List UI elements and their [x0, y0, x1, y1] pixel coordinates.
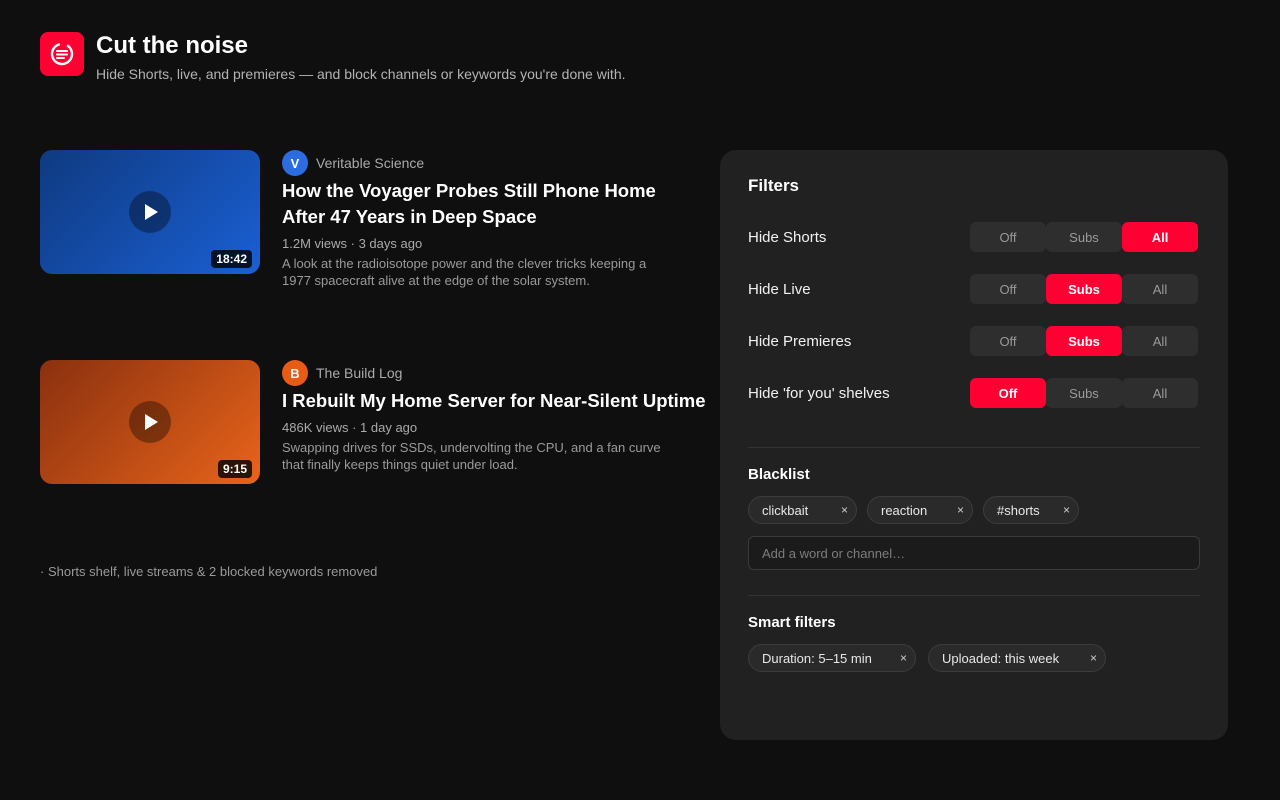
- segmented-control: Off Subs All: [970, 222, 1198, 252]
- chip-label: Duration: 5–15 min: [762, 650, 872, 666]
- option-subs-button[interactable]: Subs: [1046, 378, 1122, 408]
- close-icon[interactable]: ×: [1063, 503, 1070, 517]
- option-subs-button[interactable]: Subs: [1046, 222, 1122, 252]
- page-subtitle: Hide Shorts, live, and premieres — and b…: [96, 66, 626, 82]
- filter-row-shorts: Hide Shorts Off Subs All: [748, 222, 1198, 252]
- smart-filter-chips: Duration: 5–15 min × Uploaded: this week…: [748, 644, 1116, 672]
- video-thumbnail[interactable]: 9:15: [40, 360, 260, 484]
- close-icon[interactable]: ×: [900, 651, 907, 665]
- filter-label: Hide Shorts: [748, 228, 827, 246]
- filter-label: Hide Premieres: [748, 332, 852, 350]
- video-title-line: I Rebuilt My Home Server for Near-Silent…: [282, 390, 706, 411]
- description-line: 1977 spacecraft alive at the edge of the…: [282, 273, 590, 288]
- video-thumbnail[interactable]: 18:42: [40, 150, 260, 274]
- filter-row-for-you: Hide 'for you' shelves Off Subs All: [748, 378, 1198, 408]
- divider: [748, 595, 1200, 596]
- filter-logo-icon: [40, 32, 84, 76]
- video-stats: 486K views · 1 day ago: [282, 420, 418, 435]
- description-line: A look at the radioisotope power and the…: [282, 256, 647, 271]
- blacklist-title: Blacklist: [748, 466, 810, 483]
- blacklist-chip: clickbait ×: [748, 496, 857, 524]
- video-title-line: How the Voyager Probes Still Phone Home: [282, 180, 656, 201]
- channel-name[interactable]: The Build Log: [316, 365, 402, 381]
- option-off-button[interactable]: Off: [970, 326, 1046, 356]
- panel-title: Filters: [748, 176, 800, 195]
- option-off-button[interactable]: Off: [970, 222, 1046, 252]
- filters-panel: Filters Hide Shorts Off Subs All Hide Li…: [720, 150, 1228, 740]
- option-all-button[interactable]: All: [1122, 222, 1198, 252]
- option-subs-button[interactable]: Subs: [1046, 326, 1122, 356]
- video-card[interactable]: 9:15 B The Build Log I Rebuilt My Home S…: [40, 360, 722, 484]
- filter-row-live: Hide Live Off Subs All: [748, 274, 1198, 304]
- option-subs-button[interactable]: Subs: [1046, 274, 1122, 304]
- segmented-control: Off Subs All: [970, 326, 1198, 356]
- option-off-button[interactable]: Off: [970, 274, 1046, 304]
- smart-filter-chip: Uploaded: this week ×: [928, 644, 1106, 672]
- chip-label: clickbait: [762, 502, 809, 518]
- description-line: that finally keeps things quiet under lo…: [282, 457, 518, 472]
- filter-label: Hide Live: [748, 280, 811, 298]
- video-title[interactable]: How the Voyager Probes Still Phone Home …: [282, 178, 722, 230]
- channel-avatar[interactable]: V: [282, 150, 308, 176]
- video-card[interactable]: 18:42 V Veritable Science How the Voyage…: [40, 150, 722, 289]
- segmented-control: Off Subs All: [970, 378, 1198, 408]
- video-title-line: After 47 Years in Deep Space: [282, 206, 537, 227]
- close-icon[interactable]: ×: [841, 503, 848, 517]
- segmented-control: Off Subs All: [970, 274, 1198, 304]
- removed-items-note: · Shorts shelf, live streams & 2 blocked…: [40, 564, 378, 579]
- channel-name[interactable]: Veritable Science: [316, 155, 424, 171]
- chip-label: reaction: [881, 502, 928, 518]
- duration-badge: 9:15: [217, 460, 252, 478]
- filter-label: Hide 'for you' shelves: [748, 384, 890, 402]
- blacklist-chip: #shorts ×: [983, 496, 1079, 524]
- blacklist-input[interactable]: [748, 536, 1200, 570]
- channel-avatar[interactable]: B: [282, 360, 308, 386]
- description-line: Swapping drives for SSDs, undervolting t…: [282, 440, 661, 455]
- video-stats: 1.2M views · 3 days ago: [282, 236, 423, 251]
- play-icon[interactable]: [129, 401, 171, 443]
- chip-label: #shorts: [997, 502, 1040, 518]
- play-icon[interactable]: [129, 191, 171, 233]
- option-off-button[interactable]: Off: [970, 378, 1046, 408]
- blacklist-chip: reaction ×: [867, 496, 973, 524]
- close-icon[interactable]: ×: [957, 503, 964, 517]
- option-all-button[interactable]: All: [1122, 274, 1198, 304]
- filter-row-premieres: Hide Premieres Off Subs All: [748, 326, 1198, 356]
- divider: [748, 447, 1200, 448]
- smart-filters-title: Smart filters: [748, 614, 836, 631]
- page-title: Cut the noise: [96, 32, 249, 59]
- video-description: Swapping drives for SSDs, undervolting t…: [282, 439, 662, 473]
- video-description: A look at the radioisotope power and the…: [282, 255, 662, 289]
- close-icon[interactable]: ×: [1090, 651, 1097, 665]
- blacklist-chips: clickbait × reaction × #shorts ×: [748, 496, 1089, 524]
- video-title[interactable]: I Rebuilt My Home Server for Near-Silent…: [282, 388, 722, 414]
- option-all-button[interactable]: All: [1122, 378, 1198, 408]
- chip-label: Uploaded: this week: [942, 650, 1060, 666]
- page-header: Cut the noise Hide Shorts, live, and pre…: [40, 32, 626, 82]
- duration-badge: 18:42: [211, 250, 252, 268]
- smart-filter-chip: Duration: 5–15 min ×: [748, 644, 916, 672]
- option-all-button[interactable]: All: [1122, 326, 1198, 356]
